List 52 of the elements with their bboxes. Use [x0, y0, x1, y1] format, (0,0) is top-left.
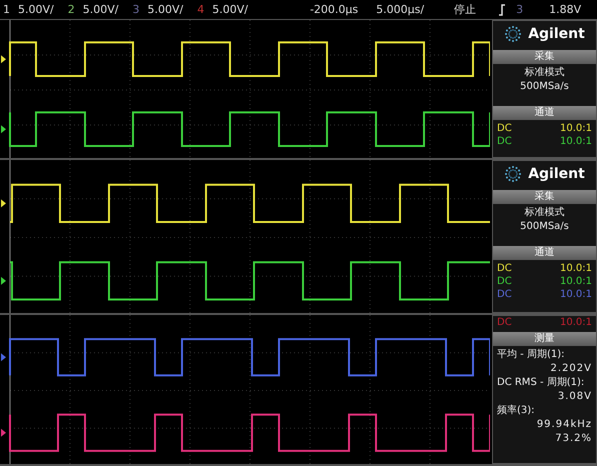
channel-number[interactable]: 3	[132, 3, 140, 16]
measurement-label: 频率(3):	[496, 404, 536, 418]
starburst-logo-icon	[504, 165, 522, 183]
probe-ratio: 10.0:1	[560, 262, 592, 275]
acquisition-text: 500MSa/s	[519, 80, 570, 94]
channel-number[interactable]: 2	[68, 3, 75, 16]
channel-scale: 5.00V/	[147, 3, 184, 16]
coupling-label: DC	[497, 316, 512, 329]
acquisition-text: 500MSa/s	[519, 220, 570, 234]
coupling-label: DC	[497, 122, 512, 135]
measurement-value: 2.202V	[550, 362, 593, 376]
measurement-label: DC RMS - 周期(1):	[496, 376, 586, 390]
channel-scale: 5.00V/	[82, 3, 118, 16]
channel-number[interactable]: 1	[3, 3, 10, 16]
coupling-label: DC	[497, 275, 512, 288]
run-state: 停止	[454, 2, 476, 17]
ground-marker-icon	[1, 199, 6, 208]
ground-marker-icon	[1, 276, 6, 285]
coupling-label: DC	[497, 288, 512, 301]
section-header: 通道	[493, 106, 596, 120]
delay-readout: -200.0µs	[310, 3, 358, 16]
section-header: 测量	[493, 332, 596, 346]
trigger-level: 1.88V	[549, 3, 582, 16]
ground-marker-icon	[1, 428, 6, 437]
brand-name: Agilent	[528, 166, 585, 182]
acquisition-text: 标准模式	[524, 66, 566, 80]
section-header: 通道	[493, 246, 596, 260]
timebase-readout: 5.000µs/	[376, 3, 424, 16]
coupling-label: DC	[497, 262, 512, 275]
acquisition-text: 标准模式	[524, 206, 566, 220]
ground-marker-icon	[1, 353, 6, 362]
channel-scale: 5.00V/	[212, 3, 248, 16]
probe-ratio: 10.0:1	[560, 135, 592, 148]
ground-marker-icon	[1, 125, 6, 134]
coupling-label: DC	[497, 135, 512, 148]
trigger-edge-icon	[498, 4, 506, 16]
channel-number[interactable]: 4	[197, 3, 204, 16]
trigger-source: 3	[516, 3, 524, 16]
section-header: 采集	[493, 50, 596, 64]
starburst-logo-icon	[504, 25, 522, 43]
probe-ratio: 10.0:1	[560, 316, 592, 329]
measurement-value: 99.94kHz	[536, 418, 593, 432]
measurement-value: 73.2%	[554, 432, 593, 446]
measurement-value: 3.08V	[556, 390, 593, 404]
section-header: 采集	[493, 190, 596, 204]
measurement-label: 平均 - 周期(1):	[496, 348, 566, 362]
brand-name: Agilent	[528, 26, 585, 42]
probe-ratio: 10.0:1	[560, 122, 592, 135]
probe-ratio: 10.0:1	[560, 288, 592, 301]
probe-ratio: 10.0:1	[560, 275, 592, 288]
ground-marker-icon	[1, 55, 6, 64]
channel-scale: 5.00V/	[18, 3, 54, 16]
